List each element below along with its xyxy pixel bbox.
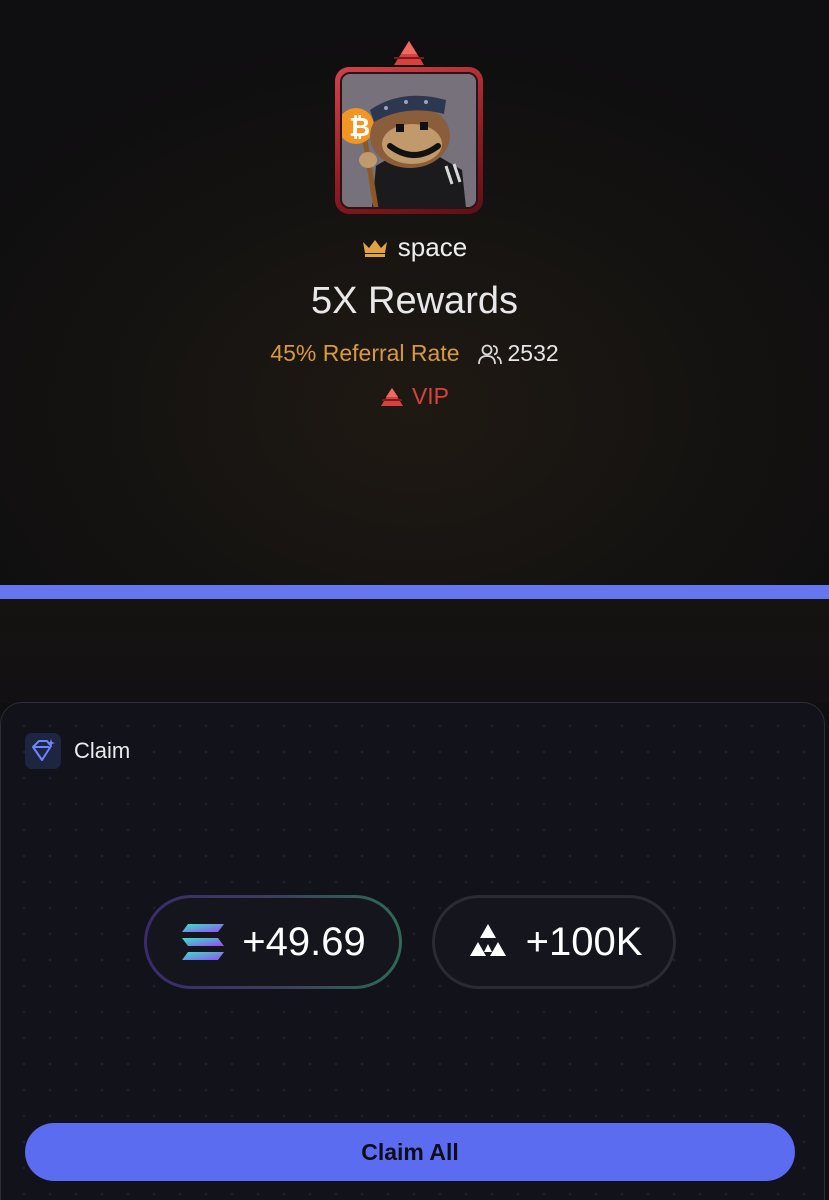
stats-row: 45% Referral Rate 2532	[0, 340, 829, 367]
spacer	[0, 599, 829, 703]
sol-reward-pill: +49.69	[144, 895, 402, 989]
vip-triangle-icon	[380, 387, 403, 406]
points-amount: +100K	[525, 919, 643, 964]
rewards-title: 5X Rewards	[311, 280, 518, 322]
owner-name[interactable]: space	[398, 232, 467, 263]
sol-amount: +49.69	[242, 919, 366, 964]
claim-all-button[interactable]: Claim All	[25, 1123, 795, 1181]
crown-icon	[362, 239, 387, 257]
monkey-bitcoin-avatar: ₿	[340, 72, 478, 209]
avatar[interactable]: ₿	[335, 67, 483, 214]
members-count: 2532	[507, 340, 559, 366]
svg-text:₿: ₿	[349, 112, 370, 142]
members-count-group: 2532	[477, 340, 559, 367]
diamond-sparkle-icon	[25, 733, 61, 769]
claim-title: Claim	[74, 738, 131, 763]
vip-badge: VIP	[0, 383, 829, 410]
owner-row: space	[0, 232, 829, 263]
vip-triangle-icon	[394, 41, 424, 65]
section-divider	[0, 585, 829, 599]
points-reward-pill: +100K	[432, 895, 676, 989]
claim-card: Claim +49.69 +100K Claim All	[0, 702, 825, 1200]
profile-header: ₿ space 5X Rewards 45% Referral Rate 253…	[0, 0, 829, 585]
vip-label: VIP	[411, 383, 450, 409]
claim-header: Claim	[25, 733, 130, 769]
referral-rate: 45% Referral Rate	[270, 340, 460, 366]
solana-icon	[182, 924, 225, 960]
users-icon	[477, 344, 502, 364]
triangle-points-icon	[469, 924, 506, 956]
